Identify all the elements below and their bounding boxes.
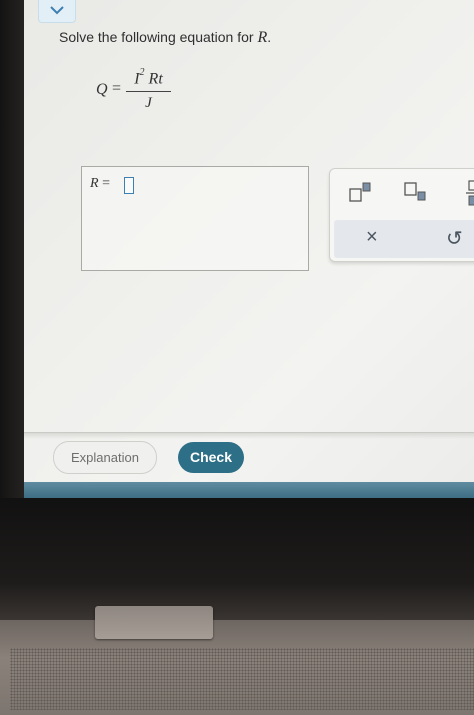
footer-divider-shadow (24, 433, 474, 439)
prompt-period: . (267, 29, 272, 45)
lid-notch (95, 606, 213, 639)
fraction: I2 Rt J (126, 64, 171, 112)
equation-equals: = (112, 80, 122, 97)
fraction-denominator: J (145, 95, 152, 112)
toolbar-templates (330, 169, 474, 219)
answer-input-area[interactable]: R = (81, 166, 309, 271)
collapse-tab[interactable] (38, 0, 76, 23)
question-prompt: Solve the following equation for R. (59, 29, 271, 47)
screen: Solve the following equation for R. Q = … (24, 0, 474, 482)
speaker-grill (10, 648, 474, 710)
fraction-template-icon[interactable] (465, 179, 474, 207)
explanation-button[interactable]: Explanation (53, 441, 157, 474)
numerator-rest: Rt (148, 70, 163, 88)
taskbar-strip (24, 482, 474, 498)
subscript-template-icon[interactable] (403, 181, 429, 203)
undo-button[interactable]: ↺ (446, 226, 463, 251)
superscript-template-icon[interactable] (348, 181, 374, 203)
math-toolbar: × ↺ (329, 168, 474, 262)
answer-label: R = (90, 176, 110, 192)
toolbar-actions: × ↺ (334, 220, 474, 258)
answer-equals: = (102, 176, 110, 191)
answer-variable: R (90, 176, 99, 191)
chevron-down-icon (50, 6, 64, 15)
answer-input-slot[interactable] (124, 177, 134, 194)
fraction-bar (126, 91, 171, 93)
equation-lhs: Q (96, 81, 108, 98)
laptop-bezel-bottom (0, 498, 474, 620)
check-button[interactable]: Check (178, 442, 244, 473)
target-variable: R (257, 29, 268, 46)
numerator-exponent: 2 (139, 67, 145, 78)
prompt-text: Solve the following equation for (59, 29, 258, 45)
numerator-base: I (134, 70, 140, 88)
fraction-numerator: I2 Rt (126, 64, 171, 88)
clear-button[interactable]: × (366, 226, 378, 249)
